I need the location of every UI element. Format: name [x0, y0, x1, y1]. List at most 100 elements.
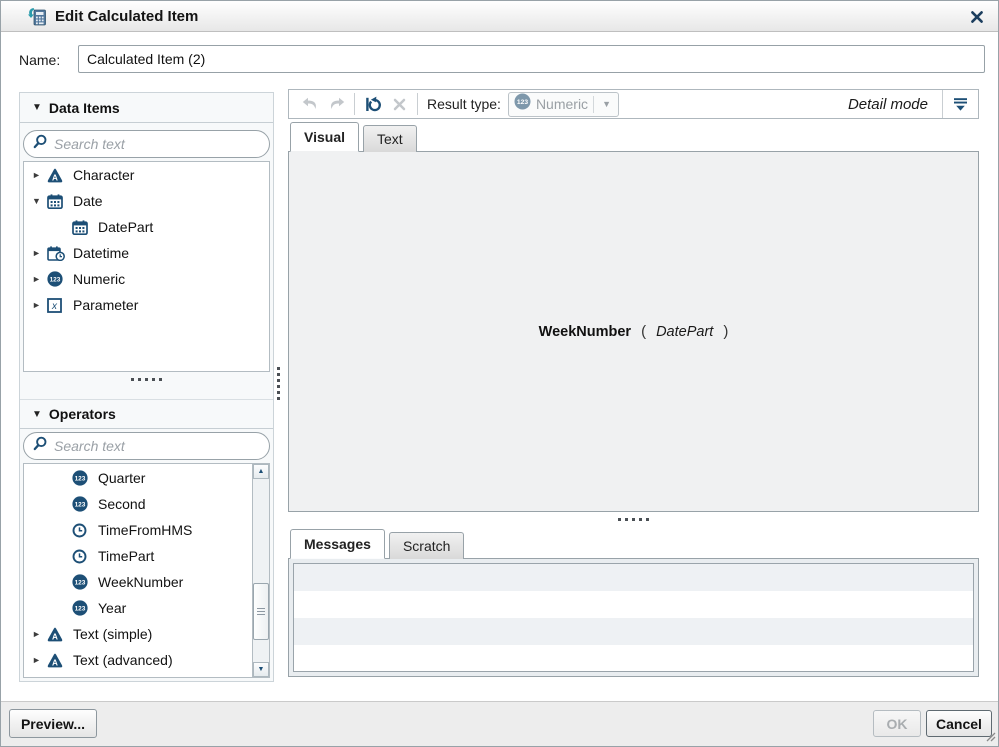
dialog-titlebar: Edit Calculated Item [1, 1, 998, 32]
expand-collapsed-icon[interactable]: ► [32, 274, 47, 284]
expression-argument[interactable]: DatePart [656, 324, 713, 340]
tree-item-label: Date [73, 193, 103, 209]
delete-icon[interactable] [386, 90, 412, 118]
operator-item-weeknumber[interactable]: 123 WeekNumber [24, 569, 252, 595]
ok-button[interactable]: OK [873, 710, 921, 737]
character-icon: A [47, 168, 68, 183]
operator-item-timepart[interactable]: TimePart [24, 543, 252, 569]
scrollbar-track[interactable] [253, 479, 269, 662]
tab-visual[interactable]: Visual [290, 122, 359, 152]
expand-collapsed-icon[interactable]: ► [32, 655, 47, 665]
clock-icon [72, 523, 93, 538]
operator-item-label: Text (simple) [73, 626, 153, 642]
tree-item-label: Numeric [73, 271, 126, 287]
operator-item-label: TimePart [98, 548, 155, 564]
search-icon [33, 436, 48, 456]
tree-item-character[interactable]: ► A Character [24, 162, 269, 188]
expression-function[interactable]: WeekNumber [539, 324, 631, 340]
datetime-icon [47, 245, 68, 261]
data-items-tree: ► A Character ▼ Date DatePart ► Datetime… [23, 161, 270, 372]
dialog-footer: Preview... OK Cancel [1, 701, 998, 746]
redo-icon[interactable] [323, 90, 349, 118]
resize-grip[interactable] [984, 729, 996, 746]
name-input[interactable] [78, 45, 985, 73]
scroll-up-icon[interactable]: ▲ [253, 464, 269, 479]
operator-item-timefromhms[interactable]: TimeFromHMS [24, 517, 252, 543]
numeric-icon: 123 [72, 600, 93, 616]
operator-item-year[interactable]: 123 Year [24, 595, 252, 621]
operators-scrollbar[interactable]: ▲ ▼ [252, 464, 269, 677]
tab-text[interactable]: Text [363, 125, 417, 152]
operator-item-label: Second [98, 496, 146, 512]
numeric-icon: 123 [514, 93, 531, 115]
expand-collapsed-icon[interactable]: ► [32, 248, 47, 258]
expression-canvas[interactable]: WeekNumber ( DatePart ) [288, 151, 979, 512]
collapse-triangle-icon[interactable]: ▼ [32, 409, 42, 420]
close-icon[interactable] [969, 9, 985, 25]
operator-item-label: WeekNumber [98, 574, 184, 590]
result-type-value: Numeric [535, 96, 589, 112]
operator-item-label: Year [98, 600, 127, 616]
data-items-section-header[interactable]: ▼ Data Items [20, 93, 273, 123]
scrollbar-thumb[interactable] [253, 583, 269, 641]
data-items-title: Data Items [48, 99, 120, 116]
tree-item-datetime[interactable]: ► Datetime [24, 240, 269, 266]
chevron-down-icon[interactable]: ▼ [599, 99, 614, 109]
editor-toolbar: Result type: 123 Numeric ▼ Detail mode [288, 89, 979, 119]
canvas-resize-handle[interactable] [288, 518, 979, 521]
search-icon [33, 134, 48, 154]
left-panel: ▼ Data Items ► A Character ▼ Dat [19, 92, 274, 682]
operators-section-header[interactable]: ▼ Operators [20, 399, 273, 429]
collapse-triangle-icon[interactable]: ▼ [32, 102, 42, 113]
expression-editor-panel: Result type: 123 Numeric ▼ Detail mode V… [288, 89, 979, 677]
operators-title: Operators [48, 406, 116, 422]
tab-messages[interactable]: Messages [290, 529, 385, 559]
detail-mode-label: Detail mode [847, 95, 928, 113]
undo-icon[interactable] [297, 90, 323, 118]
svg-text:123: 123 [75, 501, 86, 508]
operator-group-text-simple[interactable]: ► A Text (simple) [24, 621, 252, 647]
expand-expanded-icon[interactable]: ▼ [32, 196, 47, 206]
tree-item-date[interactable]: ▼ Date [24, 188, 269, 214]
scroll-down-icon[interactable]: ▼ [253, 662, 269, 677]
svg-text:123: 123 [50, 276, 61, 283]
operator-item-second[interactable]: 123 Second [24, 491, 252, 517]
name-label: Name: [19, 52, 61, 68]
svg-text:123: 123 [517, 99, 528, 106]
tree-item-numeric[interactable]: ► 123 Numeric [24, 266, 269, 292]
expand-collapsed-icon[interactable]: ► [32, 629, 47, 639]
svg-text:A: A [52, 173, 58, 182]
expand-collapsed-icon[interactable]: ► [32, 300, 47, 310]
operator-group-text-advanced[interactable]: ► A Text (advanced) [24, 647, 252, 673]
result-type-dropdown[interactable]: 123 Numeric ▼ [507, 91, 619, 117]
preview-button[interactable]: Preview... [9, 709, 97, 738]
close-paren: ) [723, 323, 729, 340]
dialog-title: Edit Calculated Item [55, 7, 199, 25]
numeric-icon: 123 [72, 574, 93, 590]
tree-item-datepart[interactable]: DatePart [24, 214, 269, 240]
tree-item-label: Character [73, 167, 135, 183]
tree-item-label: Parameter [73, 297, 139, 313]
detail-mode-button[interactable] [942, 90, 978, 118]
reset-icon[interactable] [360, 90, 386, 118]
operators-list: 123 Quarter 123 Second TimeFromHMS TimeP… [23, 463, 270, 678]
character-icon: A [47, 627, 68, 642]
data-items-search-input[interactable] [54, 136, 260, 152]
expand-collapsed-icon[interactable]: ► [32, 170, 47, 180]
expression: WeekNumber ( DatePart ) [539, 323, 729, 340]
panel-splitter[interactable] [277, 367, 280, 400]
tree-item-parameter[interactable]: ► x Parameter [24, 292, 269, 318]
bottom-tabs: Messages Scratch [290, 529, 468, 559]
data-items-resize-handle[interactable] [20, 378, 273, 381]
operator-item-quarter[interactable]: 123 Quarter [24, 465, 252, 491]
character-icon: A [47, 653, 68, 668]
clock-icon [72, 549, 93, 564]
tree-item-label: Datetime [73, 245, 130, 261]
cancel-button[interactable]: Cancel [926, 710, 992, 737]
tab-scratch[interactable]: Scratch [388, 532, 465, 559]
date-icon [47, 193, 68, 209]
operators-search-input[interactable] [54, 438, 260, 454]
svg-text:x: x [51, 301, 58, 312]
operator-item-label: TimeFromHMS [98, 522, 193, 538]
numeric-icon: 123 [72, 470, 93, 486]
